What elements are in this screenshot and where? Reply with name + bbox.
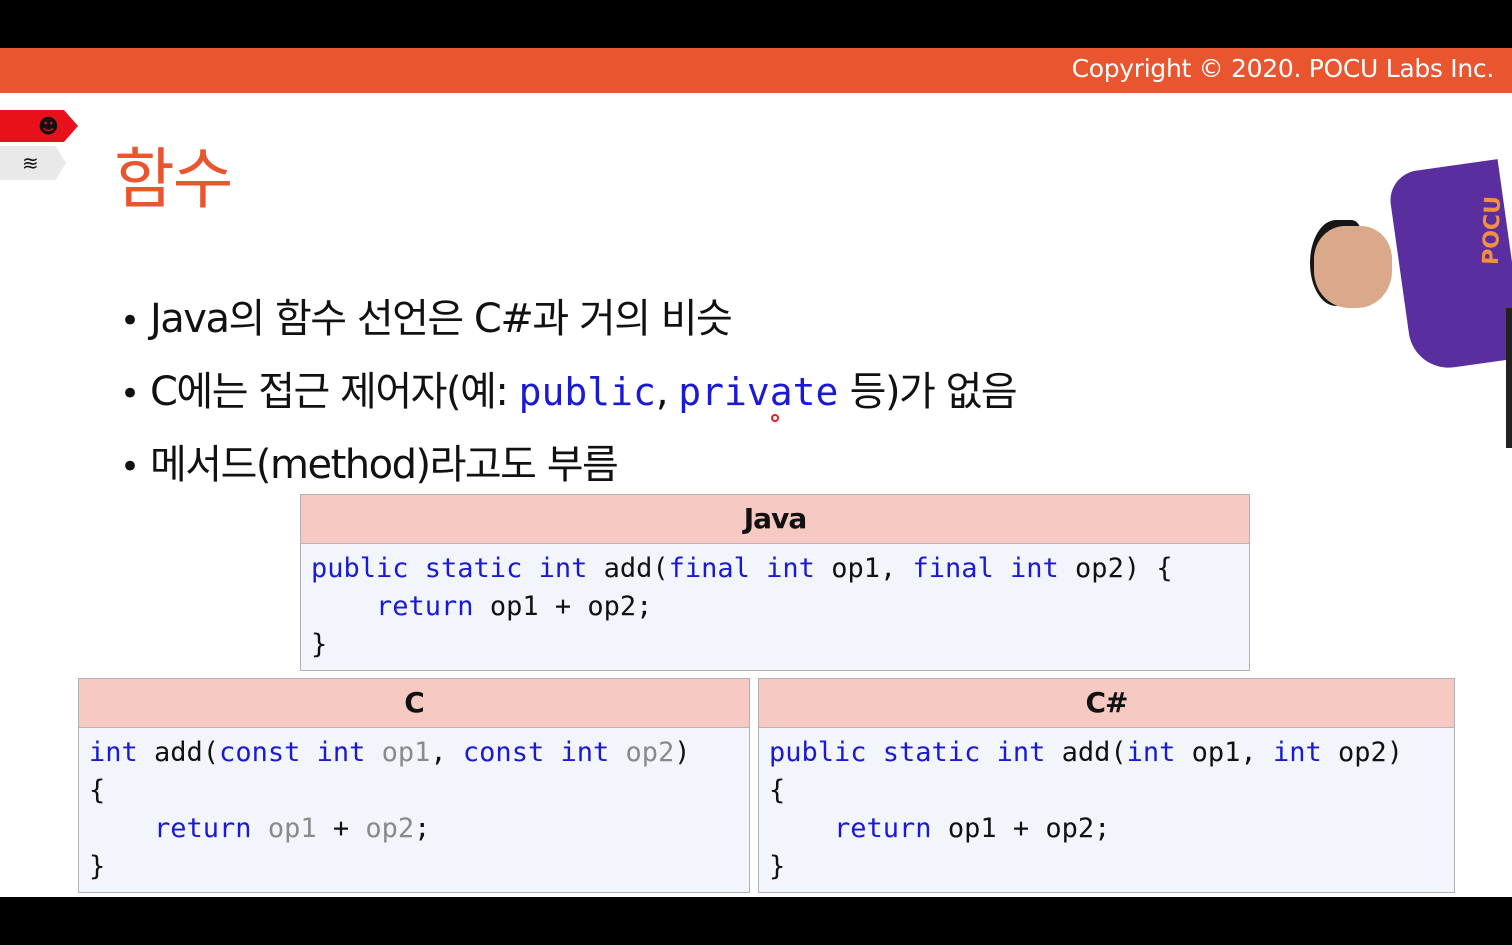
code-keyword: return: [154, 813, 252, 844]
bullet-text: Java의 함수 선언은 C#과 거의 비슷: [150, 296, 733, 342]
code-token: op2): [1321, 737, 1404, 768]
code-token: op2) {: [1058, 553, 1173, 584]
bullet-sep: ,: [655, 369, 679, 415]
code-token: op2: [609, 737, 675, 768]
code-token: op1: [365, 737, 431, 768]
books-icon: ≋: [22, 151, 39, 175]
code-token: add(: [1045, 737, 1127, 768]
presenter-stand: [1506, 308, 1512, 448]
code-keyword: const int: [462, 737, 610, 768]
code-token: op1,: [1175, 737, 1273, 768]
java-code: public static int add(final int op1, fin…: [301, 544, 1249, 664]
bullet-text: C에는 접근 제어자(예:: [150, 369, 519, 415]
code-token: op1 + op2;: [931, 813, 1111, 844]
keyword-public: public: [518, 370, 656, 414]
code-keyword: return: [376, 591, 474, 622]
java-box-title: Java: [301, 495, 1249, 544]
bullet-text: 메서드(method)라고도 부름: [150, 442, 619, 488]
code-token: }: [769, 851, 786, 882]
code-token: op1 + op2;: [473, 591, 653, 622]
presenter-face: [1314, 226, 1392, 308]
c-code-box: C int add(const int op1, const int op2) …: [78, 678, 750, 893]
presenter-video: POCU: [1310, 158, 1512, 448]
slide-title: 함수: [114, 141, 233, 218]
brain-tag: ☻: [0, 110, 78, 142]
code-token: }: [89, 851, 106, 882]
code-token: ): [674, 737, 691, 768]
code-token: op1: [251, 813, 317, 844]
slide: Copyright © 2020. POCU Labs Inc. ☻ ≋ 함수 …: [0, 48, 1512, 897]
c-box-title: C: [79, 679, 749, 728]
java-code-box: Java public static int add(final int op1…: [300, 494, 1250, 671]
bullet-item: • Java의 함수 선언은 C#과 거의 비슷: [120, 296, 733, 342]
presenter-shirt: [1386, 159, 1512, 373]
top-banner: Copyright © 2020. POCU Labs Inc.: [0, 48, 1512, 93]
code-token: op1,: [814, 553, 913, 584]
code-token: op2: [365, 813, 415, 844]
csharp-code: public static int add(int op1, int op2) …: [759, 728, 1454, 886]
code-token: +: [316, 813, 366, 844]
code-keyword: int: [89, 737, 138, 768]
code-keyword: const int: [219, 737, 366, 768]
bullet-item: • C에는 접근 제어자(예: public, private 등)가 없음: [120, 369, 1018, 415]
code-token: ,: [430, 737, 463, 768]
shirt-logo: POCU: [1478, 195, 1507, 266]
copyright-text: Copyright © 2020. POCU Labs Inc.: [1071, 54, 1495, 83]
code-token: ;: [414, 813, 431, 844]
code-token: add(: [137, 737, 220, 768]
code-keyword: public static int: [311, 553, 588, 584]
keyword-private: private: [678, 370, 839, 414]
bullet-list: • Java의 함수 선언은 C#과 거의 비슷 • C에는 접근 제어자(예: p…: [120, 286, 1018, 505]
code-keyword: public static int: [769, 737, 1046, 768]
code-token: add(: [587, 553, 669, 584]
csharp-box-title: C#: [759, 679, 1454, 728]
c-code: int add(const int op1, const int op2) { …: [79, 728, 749, 886]
csharp-code-box: C# public static int add(int op1, int op…: [758, 678, 1455, 893]
code-token: {: [89, 775, 106, 806]
code-keyword: int: [1126, 737, 1176, 768]
code-token: {: [769, 775, 786, 806]
brain-icon: ☻: [38, 114, 59, 138]
books-tag: ≋: [0, 146, 66, 180]
code-keyword: return: [834, 813, 932, 844]
code-token: }: [311, 629, 328, 660]
code-keyword: final int: [668, 553, 815, 584]
code-keyword: int: [1272, 737, 1322, 768]
laser-pointer: [771, 414, 779, 422]
bullet-text: 등)가 없음: [838, 369, 1018, 415]
code-keyword: final int: [912, 553, 1059, 584]
